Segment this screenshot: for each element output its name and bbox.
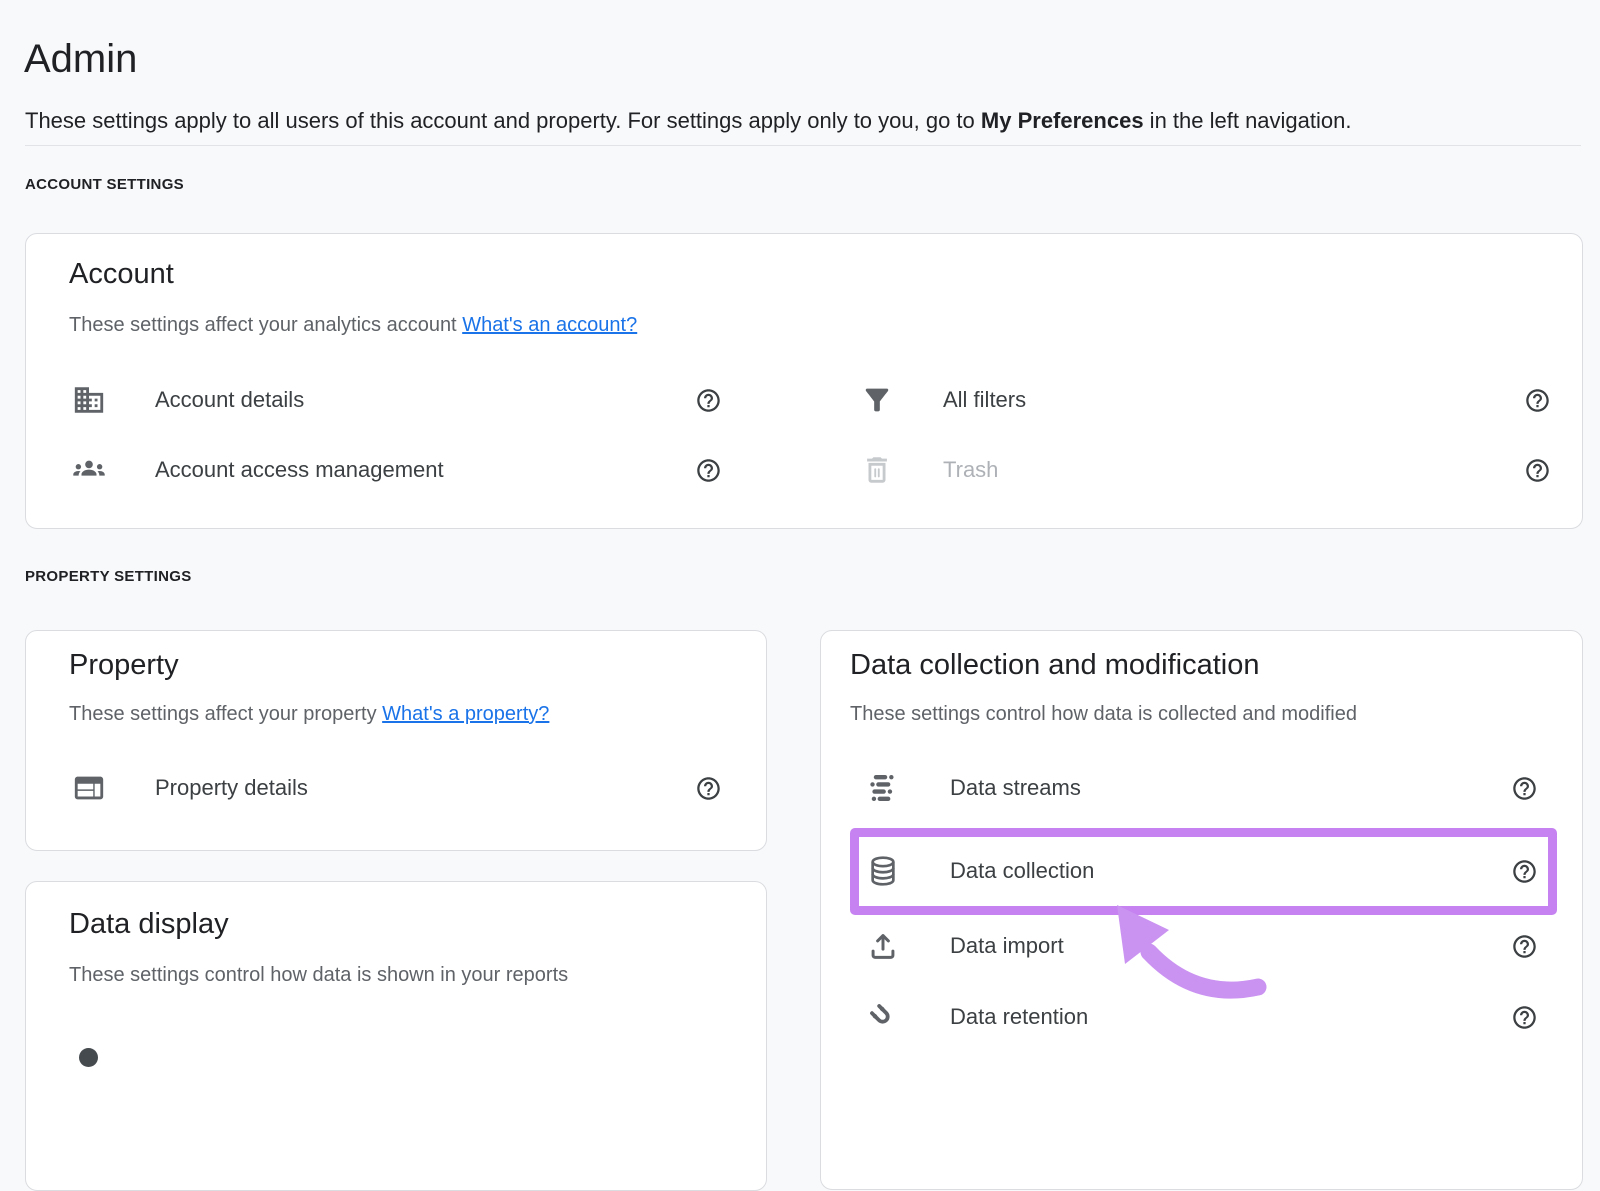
property-card-description: These settings affect your property [69, 703, 377, 725]
trash-label: Trash [943, 457, 998, 483]
whats-an-account-link[interactable]: What's an account? [462, 314, 637, 336]
data-retention-label: Data retention [950, 1004, 1088, 1030]
all-filters-label: All filters [943, 387, 1026, 413]
property-details-label: Property details [155, 775, 308, 801]
data-import-label: Data import [950, 933, 1064, 959]
account-details-row[interactable]: Account details [72, 378, 662, 422]
property-details-row[interactable]: Property details [72, 766, 662, 810]
help-icon[interactable] [695, 457, 722, 484]
database-icon [866, 854, 900, 888]
partial-row-icon [79, 1048, 98, 1067]
account-card-description: These settings affect your analytics acc… [69, 314, 457, 336]
help-icon[interactable] [1524, 457, 1551, 484]
account-details-label: Account details [155, 387, 304, 413]
property-settings-section-label: PROPERTY SETTINGS [25, 568, 192, 585]
account-settings-section-label: ACCOUNT SETTINGS [25, 176, 184, 193]
data-display-card: Data display These settings control how … [25, 881, 767, 1191]
data-collection-row[interactable]: Data collection [866, 849, 1426, 893]
data-display-card-title: Data display [69, 908, 229, 941]
building-icon [72, 383, 106, 417]
help-icon[interactable] [1511, 775, 1538, 802]
data-streams-icon [866, 771, 900, 805]
data-collection-card-description: These settings control how data is colle… [850, 703, 1357, 726]
property-card: Property These settings affect your prop… [25, 630, 767, 851]
all-filters-row[interactable]: All filters [860, 378, 1440, 422]
help-icon[interactable] [1511, 858, 1538, 885]
account-access-management-label: Account access management [155, 457, 444, 483]
help-icon[interactable] [1511, 933, 1538, 960]
subtitle-text-after: in the left navigation. [1144, 108, 1352, 133]
data-display-card-description: These settings control how data is shown… [69, 964, 568, 987]
page-title: Admin [24, 37, 137, 82]
subtitle-text: These settings apply to all users of thi… [25, 108, 981, 133]
account-access-management-row[interactable]: Account access management [72, 448, 662, 492]
header-divider [25, 145, 1581, 146]
help-icon[interactable] [695, 775, 722, 802]
subtitle-bold-my-preferences: My Preferences [981, 108, 1144, 133]
data-collection-label: Data collection [950, 858, 1094, 884]
trash-icon [860, 453, 894, 487]
whats-a-property-link[interactable]: What's a property? [382, 703, 549, 725]
data-import-row[interactable]: Data import [866, 924, 1426, 968]
data-streams-row[interactable]: Data streams [866, 766, 1426, 810]
data-retention-row[interactable]: Data retention [866, 995, 1426, 1039]
upload-icon [866, 929, 900, 963]
filter-icon [860, 383, 894, 417]
help-icon[interactable] [695, 387, 722, 414]
page-subtitle: These settings apply to all users of thi… [25, 108, 1545, 134]
trash-row: Trash [860, 448, 1440, 492]
people-group-icon [72, 453, 106, 487]
data-collection-card-title: Data collection and modification [850, 649, 1259, 682]
help-icon[interactable] [1524, 387, 1551, 414]
help-icon[interactable] [1511, 1004, 1538, 1031]
property-card-title: Property [69, 649, 179, 682]
web-layout-icon [72, 771, 106, 805]
account-card-title: Account [69, 258, 174, 291]
magnet-icon [866, 1000, 900, 1034]
data-streams-label: Data streams [950, 775, 1081, 801]
